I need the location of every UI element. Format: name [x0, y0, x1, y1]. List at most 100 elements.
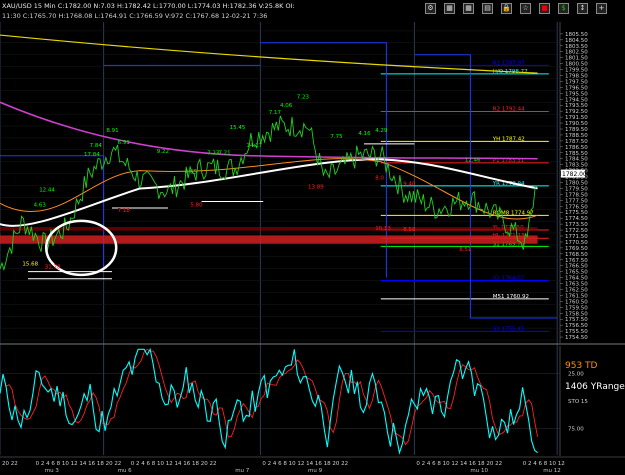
- price-annotation: 4.06: [280, 103, 293, 109]
- price-annotation: 8.51: [459, 247, 471, 253]
- price-annotation: 8.0: [375, 176, 384, 182]
- price-tick-label: 1754.50: [565, 335, 588, 341]
- price-tick-label: 1770.50: [565, 240, 588, 246]
- price-tick-label: 1802.50: [565, 50, 588, 56]
- red-support-band-2: [0, 227, 538, 231]
- x-day-label: mu 10: [470, 468, 488, 474]
- price-tick-label: 1767.50: [565, 258, 588, 264]
- price-tick-label: 1775.50: [565, 210, 588, 216]
- price-tick-label: 1791.50: [565, 115, 588, 121]
- red-square-icon[interactable]: ■: [539, 3, 550, 14]
- price-tick-label: 1801.50: [565, 56, 588, 62]
- price-annotation: 7.18: [118, 208, 131, 214]
- price-tick-label: 1780.50: [565, 181, 588, 187]
- price-tick-label: 1804.50: [565, 38, 588, 44]
- price-annotation: 7.75: [330, 134, 343, 140]
- price-tick-label: 1777.50: [565, 198, 588, 204]
- price-annotation: 4.29: [375, 128, 388, 134]
- price-tick-label: 1769.50: [565, 246, 588, 252]
- price-annotation: 8.91: [106, 128, 118, 134]
- level-label: S2 1764.02: [493, 275, 524, 281]
- chart-canvas[interactable]: H/O 1798.77R1 1787.97R2 1792.44YH 1787.4…: [0, 0, 625, 475]
- price-annotation: 7.21: [218, 151, 230, 157]
- price-tick-label: 1786.50: [565, 145, 588, 151]
- price-tick-label: 1774.50: [565, 216, 588, 222]
- price-tick-label: 1790.50: [565, 121, 588, 127]
- price-tick-label: 1783.50: [565, 163, 588, 169]
- price-tick-label: 1764.50: [565, 276, 588, 282]
- price-annotation: 8.58: [403, 227, 416, 233]
- price-tick-label: 1787.50: [565, 139, 588, 145]
- price-tick-label: 1776.50: [565, 204, 588, 210]
- price-tick-label: 1758.50: [565, 311, 588, 317]
- grid-icon[interactable]: ▦: [463, 3, 474, 14]
- lock-icon[interactable]: 🔒: [501, 3, 512, 14]
- td-label: 953 TD: [565, 361, 598, 371]
- price-tick-label: 1803.50: [565, 44, 588, 50]
- x-day-label: mu 6: [118, 468, 133, 474]
- price-tick-label: 1805.50: [565, 32, 588, 38]
- current-price-label: 1782.00: [562, 171, 587, 178]
- price-tick-label: 1756.50: [565, 323, 588, 329]
- price-annotation: 31.78: [45, 265, 61, 271]
- price-annotation: 15.45: [230, 125, 246, 131]
- level-label: M51 1760.92: [493, 294, 529, 300]
- price-tick-label: 1759.50: [565, 305, 588, 311]
- price-annotation: 10.13: [375, 226, 391, 232]
- x-tick-label: 0 2 4 6 8 10 12: [523, 461, 565, 467]
- osc-axis-label: 75.00: [568, 427, 584, 433]
- price-tick-label: 1794.50: [565, 97, 588, 103]
- price-annotation: 4.63: [34, 202, 47, 208]
- price-tick-label: 1799.50: [565, 68, 588, 74]
- scroll-icon[interactable]: ↕: [577, 3, 588, 14]
- price-annotation: 6.91: [118, 140, 130, 146]
- price-tick-label: 1800.50: [565, 62, 588, 68]
- level-label: R2 1792.44: [493, 107, 525, 113]
- level-label: S3 1755.45: [493, 326, 525, 332]
- price-tick-label: 1772.50: [565, 228, 588, 234]
- settings-icon[interactable]: ⚙: [425, 3, 436, 14]
- price-tick-label: 1757.50: [565, 317, 588, 323]
- price-tick-label: 1784.50: [565, 157, 588, 163]
- dollar-icon[interactable]: $: [558, 3, 569, 14]
- calendar-icon[interactable]: ▤: [482, 3, 493, 14]
- price-tick-label: 1771.50: [565, 234, 588, 240]
- price-tick-label: 1773.50: [565, 222, 588, 228]
- crosshair-icon[interactable]: +: [596, 3, 607, 14]
- price-annotation: 12.44: [39, 187, 55, 193]
- price-tick-label: 1779.50: [565, 186, 588, 192]
- price-tick-label: 1798.50: [565, 74, 588, 80]
- x-tick-label: 0 2 4 6 8 10 12 14 16 18 20 22: [262, 461, 348, 467]
- price-tick-label: 1765.50: [565, 270, 588, 276]
- price-tick-label: 1789.50: [565, 127, 588, 133]
- price-tick-label: 1793.50: [565, 103, 588, 109]
- x-tick-label: 20 22: [2, 461, 18, 467]
- chart-info-line: 11:30 C:1765.70 H:1768.08 L:1764.91 C:17…: [2, 12, 268, 20]
- price-annotation: 12.46: [465, 158, 481, 164]
- price-annotation: 4.16: [358, 131, 371, 137]
- price-tick-label: 1762.50: [565, 288, 588, 294]
- price-annotation: 17.84: [84, 152, 100, 158]
- osc-axis-label: STO 15: [568, 399, 588, 405]
- price-tick-label: 1796.50: [565, 85, 588, 91]
- chart-title-line: XAU/USD 15 Min C:1782.00 N:7.03 H:1782.4…: [2, 2, 295, 10]
- grid-icon[interactable]: ▦: [444, 3, 455, 14]
- price-annotation: 4.65: [185, 170, 198, 176]
- star-icon[interactable]: ☆: [520, 3, 531, 14]
- price-tick-label: 1768.50: [565, 252, 588, 258]
- price-annotation: 7.23: [297, 95, 310, 101]
- x-day-label: mu 12: [543, 468, 561, 474]
- price-annotation: 14.17: [246, 143, 262, 149]
- price-tick-label: 1755.50: [565, 329, 588, 335]
- price-tick-label: 1795.50: [565, 91, 588, 97]
- price-tick-label: 1792.50: [565, 109, 588, 115]
- x-day-label: mu 7: [235, 468, 250, 474]
- price-annotation: 15.68: [22, 262, 38, 268]
- price-tick-label: 1766.50: [565, 264, 588, 270]
- x-day-label: mu 3: [45, 468, 60, 474]
- level-label: YH 1787.42: [492, 136, 525, 142]
- price-tick-label: 1785.50: [565, 151, 588, 157]
- price-tick-label: 1788.50: [565, 133, 588, 139]
- yrange-label: 1406 YRange: [565, 382, 625, 392]
- x-tick-label: 0 2 4 6 8 10 12 14 16 18 20 22: [36, 461, 122, 467]
